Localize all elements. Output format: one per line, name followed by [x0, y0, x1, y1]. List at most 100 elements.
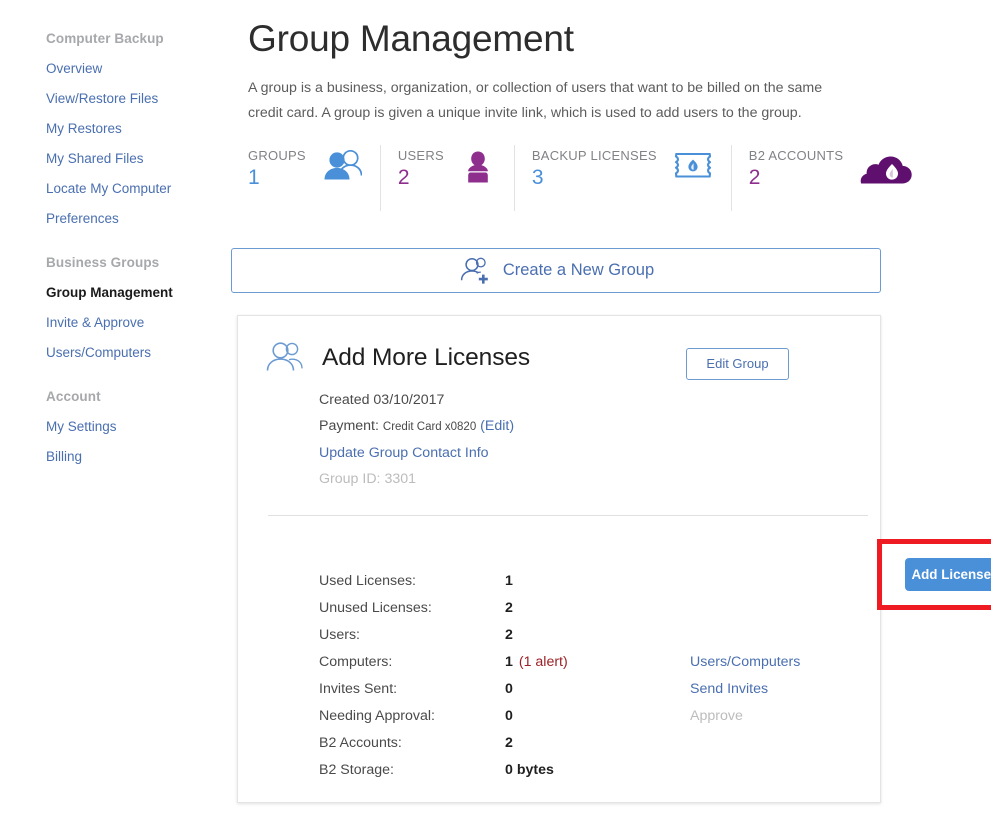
license-stat-value: 2 — [505, 730, 690, 757]
license-ticket-icon — [673, 152, 713, 181]
license-stat-label: Needing Approval: — [319, 708, 435, 724]
main-content: Group Management A group is a business, … — [226, 0, 991, 828]
create-new-group-button[interactable]: Create a New Group — [231, 248, 881, 293]
stat-users-label: USERS — [397, 148, 444, 163]
update-contact-row: Update Group Contact Info — [319, 440, 880, 466]
create-new-group-label: Create a New Group — [502, 261, 655, 279]
payment-edit-link[interactable]: (Edit) — [480, 418, 514, 434]
license-stat-number: 2 — [505, 627, 513, 643]
license-stat-row: B2 Storage: 0 bytes — [319, 757, 859, 784]
license-stat-row: B2 Accounts: 2 — [319, 730, 859, 757]
sidebar-item-group-management[interactable]: Group Management — [0, 285, 226, 301]
license-stat-row: Needing Approval: 0 Approve — [319, 703, 859, 730]
stat-users-text: USERS 2 — [398, 145, 444, 191]
group-payment-method: Credit Card x0820 — [382, 421, 477, 433]
group-id: Group ID: 3301 — [319, 471, 417, 487]
license-stat-label: Users: — [319, 627, 360, 643]
stat-users: USERS 2 — [379, 145, 514, 213]
license-stat-label: Invites Sent: — [319, 681, 398, 697]
stat-users-value: 2 — [397, 166, 410, 189]
group-people-outline-icon — [263, 341, 305, 375]
license-stat-row: Unused Licenses: 2 — [319, 595, 859, 622]
stat-b2-accounts: B2 ACCOUNTS 2 — [730, 145, 932, 213]
license-stat-number: 2 — [505, 600, 513, 616]
stat-backup-licenses: BACKUP LICENSES 3 — [513, 145, 731, 213]
b2-cloud-icon — [859, 155, 913, 187]
add-licenses-button[interactable]: Add Licenses — [905, 558, 991, 591]
stat-backup-licenses-text: BACKUP LICENSES 3 — [532, 145, 657, 191]
sidebar-item-my-shared-files[interactable]: My Shared Files — [0, 151, 226, 167]
group-meta: Created 03/10/2017 Payment: Credit Card … — [238, 378, 880, 492]
sidebar-item-locate-my-computer[interactable]: Locate My Computer — [0, 181, 226, 197]
stat-groups-label: GROUPS — [248, 148, 306, 163]
license-stat-row: Used Licenses: 1 — [319, 568, 859, 595]
license-stat-number: 0 — [505, 708, 513, 724]
sidebar-item-invite-approve[interactable]: Invite & Approve — [0, 315, 226, 331]
stat-backup-licenses-label: BACKUP LICENSES — [531, 148, 657, 163]
license-stat-label: B2 Storage: — [319, 762, 394, 778]
license-stat-value: 2 — [505, 622, 690, 649]
license-stat-number: 2 — [505, 735, 513, 751]
license-stat-value: 0 — [505, 676, 690, 703]
sidebar-heading: Computer Backup — [46, 31, 164, 46]
license-stat-value: 2 — [505, 595, 690, 622]
sidebar-heading: Business Groups — [46, 255, 160, 270]
license-stat-value: 0 bytes — [505, 757, 690, 784]
add-user-icon — [458, 257, 490, 285]
stat-groups: GROUPS 1 — [248, 145, 380, 213]
group-people-icon — [322, 149, 363, 185]
sidebar: Computer Backup Overview View/Restore File… — [0, 0, 226, 828]
stat-b2-accounts-text: B2 ACCOUNTS 2 — [749, 145, 844, 191]
license-stat-row: Invites Sent: 0 Send Invites — [319, 676, 859, 703]
sidebar-item-overview[interactable]: Overview — [0, 61, 226, 77]
license-stat-number: 1 — [505, 654, 513, 670]
sidebar-item-my-settings[interactable]: My Settings — [0, 419, 226, 435]
license-stat-label: Computers: — [319, 654, 393, 670]
group-card: Add More Licenses Edit Group Created 03/… — [237, 315, 881, 803]
page-description: A group is a business, organization, or … — [248, 80, 823, 121]
license-stat-value: 1 (1 alert) — [505, 649, 690, 676]
sidebar-section: Computer Backup Overview View/Restore File… — [0, 31, 226, 227]
edit-group-button[interactable]: Edit Group — [686, 348, 789, 380]
license-stat-alert-note: (1 alert) — [518, 654, 568, 670]
sidebar-item-billing[interactable]: Billing — [0, 449, 226, 465]
stat-groups-text: GROUPS 1 — [248, 145, 306, 191]
license-stat-number: 0 bytes — [505, 762, 554, 778]
license-action-users-computers[interactable]: Users/Computers — [690, 649, 800, 676]
user-person-icon — [460, 149, 496, 185]
page-root: Computer Backup Overview View/Restore File… — [0, 0, 991, 828]
license-stat-row: Computers: 1 (1 alert) Users/Computers — [319, 649, 859, 676]
group-payment-label: Payment: — [319, 418, 379, 434]
sidebar-item-users-computers[interactable]: Users/Computers — [0, 345, 226, 361]
license-action-approve: Approve — [690, 708, 743, 724]
group-payment: Payment: Credit Card x0820 (Edit) — [319, 413, 880, 440]
license-stat-label: Used Licenses: — [319, 573, 416, 589]
stat-b2-accounts-label: B2 ACCOUNTS — [748, 148, 844, 163]
license-stat-label: Unused Licenses: — [319, 600, 432, 616]
license-stat-row: Users: 2 — [319, 622, 859, 649]
license-stat-number: 1 — [505, 573, 513, 589]
license-stat-label: B2 Accounts: — [319, 735, 402, 751]
sidebar-item-preferences[interactable]: Preferences — [0, 211, 226, 227]
card-divider — [268, 515, 868, 516]
license-stat-value: 1 — [505, 568, 690, 595]
sidebar-section: Business Groups Group Management Invite & … — [0, 255, 226, 361]
license-stat-value: 0 — [505, 703, 690, 730]
stat-groups-value: 1 — [248, 166, 260, 189]
stat-backup-licenses-value: 3 — [531, 166, 544, 189]
sidebar-item-my-restores[interactable]: My Restores — [0, 121, 226, 137]
update-group-contact-link[interactable]: Update Group Contact Info — [319, 445, 489, 461]
group-created: Created 03/10/2017 — [319, 392, 445, 408]
sidebar-heading: Account — [46, 389, 101, 404]
stat-b2-accounts-value: 2 — [748, 166, 761, 189]
license-action-send-invites[interactable]: Send Invites — [690, 676, 768, 703]
license-stat-number: 0 — [505, 681, 513, 697]
group-card-title: Add More Licenses — [322, 344, 531, 371]
sidebar-item-view-restore-files[interactable]: View/Restore Files — [0, 91, 226, 107]
license-stats-table: Used Licenses: 1 Unused Licenses: 2 Users: 2 C… — [319, 568, 859, 784]
page-title: Group Management — [248, 18, 574, 59]
stats-strip: GROUPS 1 USERS 2 BACKUP LICENSES 3 B2 AC… — [226, 145, 991, 213]
sidebar-section: Account My Settings Billing — [0, 389, 226, 465]
